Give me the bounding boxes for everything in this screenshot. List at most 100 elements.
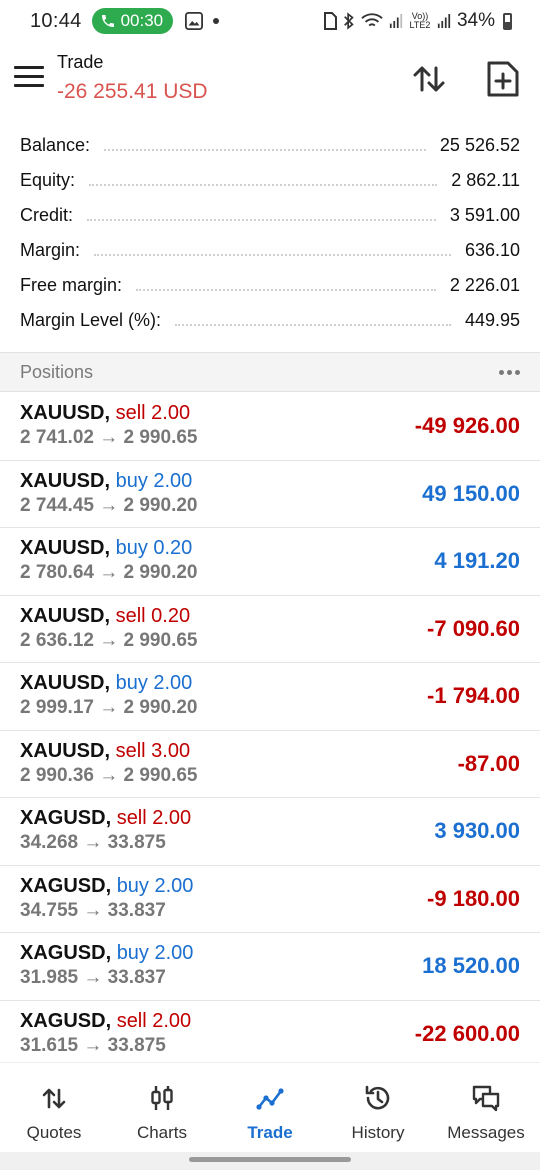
summary-label: Margin: (20, 240, 81, 260)
account-summary: Balance: 25 526.52 Equity: 2 862.11 Cred… (0, 128, 540, 338)
phone-icon (101, 15, 114, 27)
summary-label: Free margin: (20, 275, 123, 295)
bottom-nav: Quotes Charts Trade History Messages (0, 1062, 540, 1152)
position-symbol: XAGUSD, (20, 942, 112, 964)
call-timer: 00:30 (120, 11, 164, 30)
history-icon (365, 1085, 390, 1110)
battery-icon (503, 12, 512, 30)
nav-history[interactable]: History (324, 1063, 432, 1152)
position-header: XAUUSD, sell 2.00 (20, 402, 190, 425)
position-side: buy 2.00 (116, 942, 194, 964)
position-side: buy 2.00 (115, 672, 193, 694)
position-symbol: XAUUSD, (20, 739, 111, 762)
position-side: sell 0.20 (115, 604, 191, 627)
messages-icon (472, 1085, 500, 1112)
nav-label: Charts (136, 1123, 188, 1142)
summary-label: Credit: (20, 205, 74, 225)
summary-value: 3 591.00 (449, 205, 520, 225)
bluetooth-icon (344, 12, 354, 30)
nav-label: History (351, 1123, 405, 1142)
more-icon[interactable] (499, 369, 520, 375)
position-side: sell 3.00 (115, 739, 191, 762)
nav-charts[interactable]: Charts (108, 1063, 216, 1152)
position-symbol: XAUUSD, (20, 402, 111, 424)
menu-icon[interactable] (14, 66, 44, 90)
nav-label: Trade (247, 1123, 293, 1142)
nav-quotes[interactable]: Quotes (0, 1063, 108, 1152)
position-header: XAUUSD, sell 3.00 (20, 740, 190, 763)
position-profit: -87.00 (457, 750, 520, 776)
nav-label: Quotes (26, 1123, 82, 1142)
gesture-bar (0, 1152, 540, 1170)
summary-row-credit: Credit: 3 591.00 (0, 198, 540, 233)
position-row[interactable]: XAUUSD, sell 2.00 2 741.02 → 2 990.65 -49 … (0, 393, 540, 461)
position-prices: 2 636.12 → 2 990.65 (20, 629, 198, 651)
position-side: sell 2.00 (115, 402, 191, 424)
quotes-icon (42, 1088, 66, 1109)
trade-icon (256, 1088, 284, 1110)
summary-value: 2 226.01 (449, 275, 520, 295)
position-symbol: XAUUSD, (20, 469, 111, 492)
position-row[interactable]: XAUUSD, sell 0.20 2 636.12 → 2 990.65 -7 0… (0, 596, 540, 663)
summary-label: Equity: (20, 170, 76, 190)
position-profit: -22 600.00 (414, 1020, 520, 1046)
dotted-leader (94, 253, 451, 256)
position-row[interactable]: XAUUSD, buy 2.00 2 744.45 → 2 990.20 49 15… (0, 461, 540, 528)
position-prices: 2 744.45 → 2 990.20 (20, 494, 198, 516)
position-symbol: XAGUSD, (20, 807, 112, 829)
nav-trade[interactable]: Trade (216, 1063, 324, 1152)
position-profit: -1 794.00 (427, 683, 520, 708)
position-prices: 2 999.17 → 2 990.20 (20, 697, 198, 718)
dotted-leader (89, 183, 438, 186)
summary-row-balance: Balance: 25 526.52 (0, 128, 540, 163)
home-indicator[interactable] (189, 1157, 351, 1162)
position-row[interactable]: XAUUSD, buy 0.20 2 780.64 → 2 990.20 4 191… (0, 528, 540, 596)
signal-icon (389, 14, 403, 28)
total-profit: -26 255.41 USD (57, 80, 208, 103)
summary-row-margin-level: Margin Level (%): 449.95 (0, 303, 540, 338)
status-right: Vo)) LTE2 34% (323, 10, 512, 32)
position-symbol: XAUUSD, (20, 537, 111, 559)
notification-dot-icon (213, 18, 220, 24)
position-profit: -9 180.00 (427, 885, 520, 911)
dotted-leader (136, 288, 436, 291)
sort-icon[interactable] (410, 60, 448, 98)
position-profit: -7 090.60 (427, 615, 520, 641)
position-symbol: XAGUSD, (20, 1009, 112, 1032)
position-side: buy 2.00 (115, 469, 193, 492)
position-symbol: XAUUSD, (20, 604, 111, 627)
nav-messages[interactable]: Messages (432, 1063, 540, 1152)
position-profit: -49 926.00 (414, 413, 520, 438)
position-profit: 49 150.00 (422, 480, 520, 506)
page-title: Trade (57, 52, 104, 72)
dotted-leader (104, 148, 426, 151)
gallery-icon (185, 12, 204, 30)
dotted-leader (87, 218, 436, 221)
new-order-icon[interactable] (486, 60, 520, 98)
summary-value: 449.95 (464, 310, 520, 330)
call-indicator[interactable]: 00:30 (91, 8, 174, 34)
position-profit: 4 191.20 (434, 548, 520, 573)
position-header: XAUUSD, sell 0.20 (20, 605, 190, 628)
position-side: buy 2.00 (116, 874, 194, 897)
position-prices: 34.268 → 33.875 (20, 832, 166, 853)
position-prices: 34.755 → 33.837 (20, 899, 166, 921)
position-header: XAUUSD, buy 0.20 (20, 537, 192, 560)
status-bar: 10:44 00:30 Vo)) LTE2 34% (0, 0, 540, 42)
position-row[interactable]: XAUUSD, buy 2.00 2 999.17 → 2 990.20 -1 79… (0, 663, 540, 731)
wifi-icon (361, 13, 383, 27)
position-row[interactable]: XAGUSD, sell 2.00 31.615 → 33.875 -22 600.… (0, 1001, 540, 1068)
position-row[interactable]: XAGUSD, buy 2.00 34.755 → 33.837 -9 180.00 (0, 866, 540, 933)
charts-icon (151, 1086, 173, 1110)
position-header: XAGUSD, buy 2.00 (20, 942, 193, 965)
position-header: XAGUSD, buy 2.00 (20, 875, 193, 898)
position-symbol: XAUUSD, (20, 672, 111, 694)
sim-icon (323, 12, 337, 30)
position-side: sell 2.00 (116, 1009, 192, 1032)
position-row[interactable]: XAGUSD, sell 2.00 34.268 → 33.875 3 930.00 (0, 798, 540, 866)
position-profit: 18 520.00 (422, 953, 520, 978)
position-row[interactable]: XAGUSD, buy 2.00 31.985 → 33.837 18 520.00 (0, 933, 540, 1001)
position-row[interactable]: XAUUSD, sell 3.00 2 990.36 → 2 990.65 -87.… (0, 731, 540, 798)
app-header: Trade -26 255.41 USD (0, 42, 540, 122)
position-header: XAUUSD, buy 2.00 (20, 672, 192, 695)
